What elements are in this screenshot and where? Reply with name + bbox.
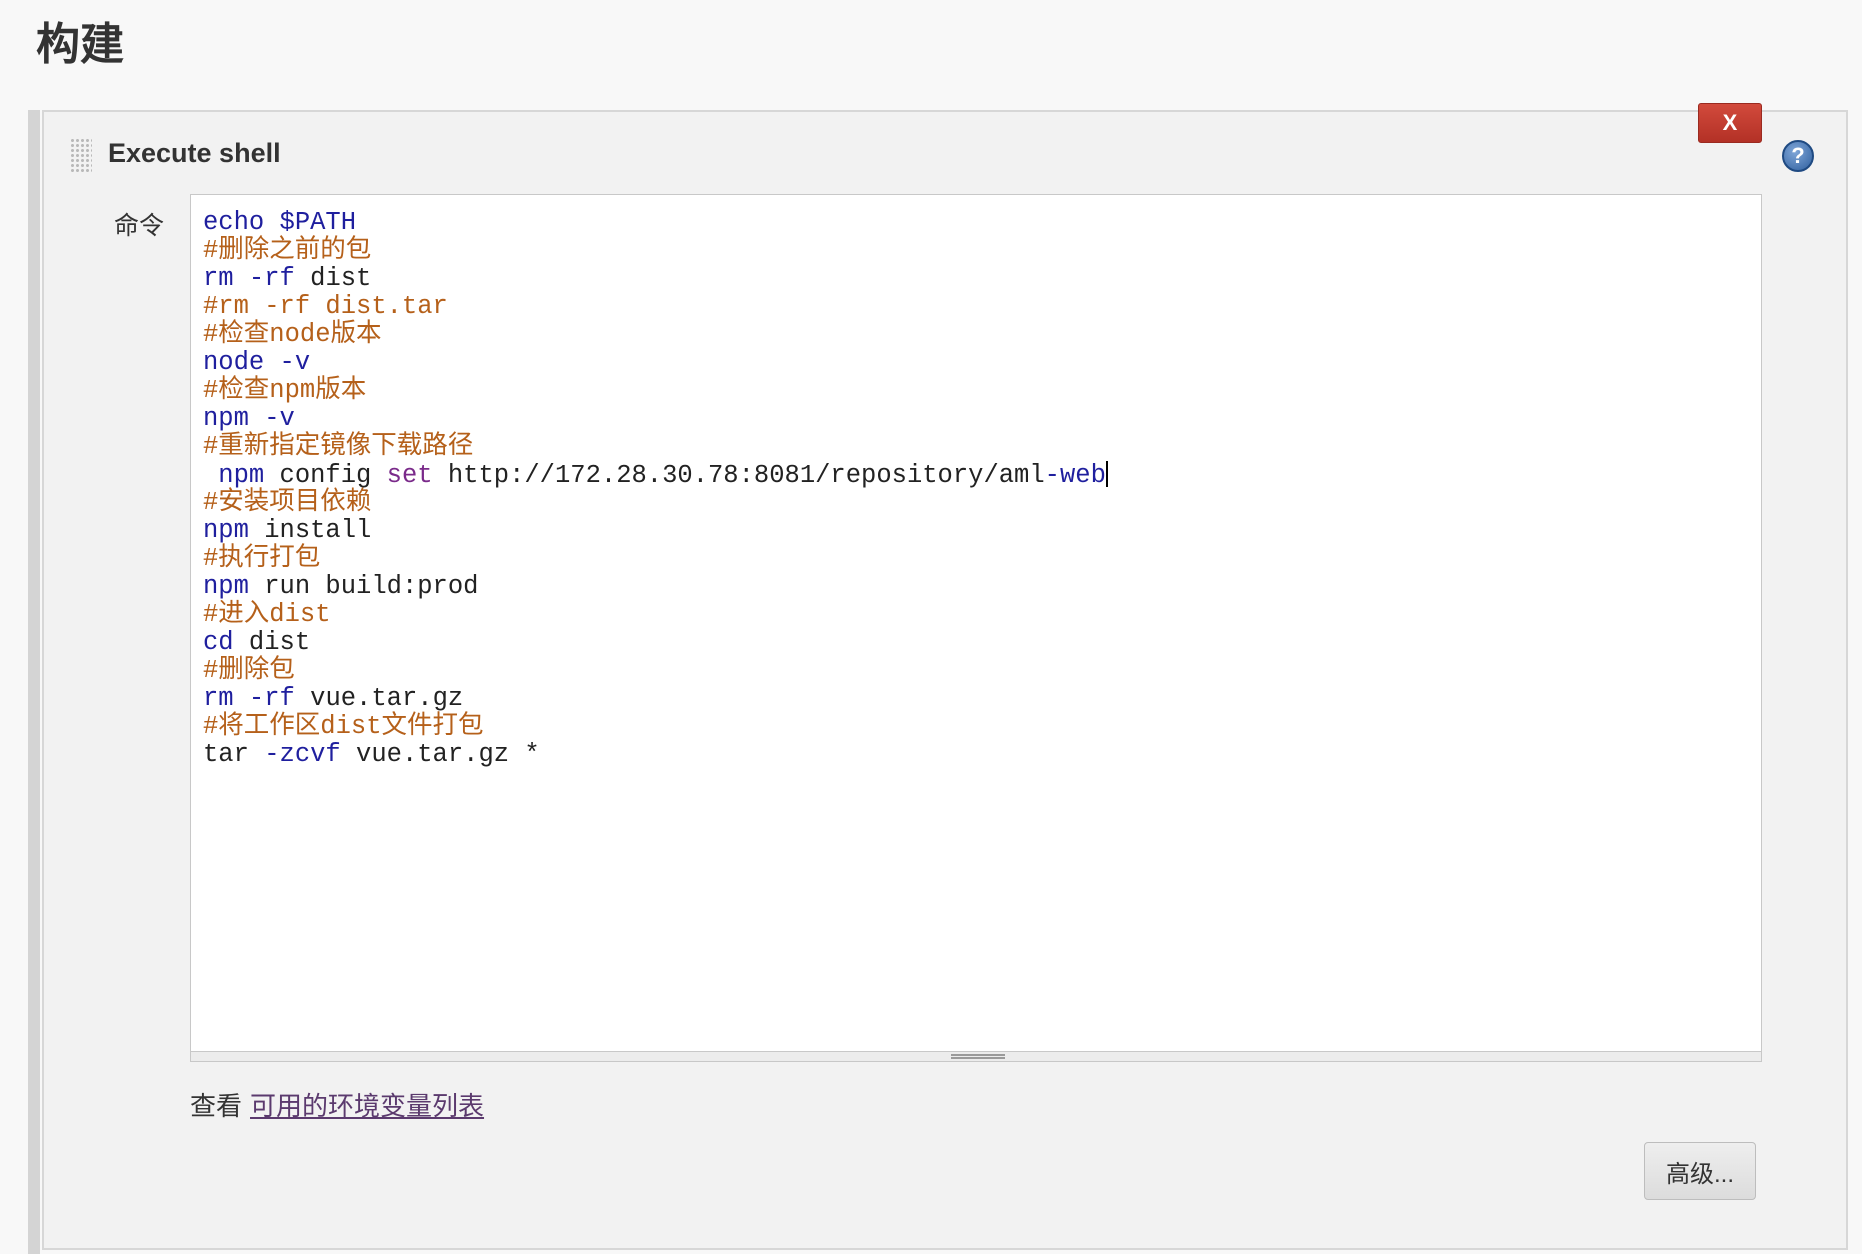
code-token: dist bbox=[294, 264, 372, 293]
code-token: #执行打包 bbox=[203, 544, 321, 573]
code-line: #安装项目依赖 bbox=[203, 489, 1108, 517]
code-line: npm install bbox=[203, 517, 1108, 545]
code-token: install bbox=[264, 516, 372, 545]
delete-step-button[interactable]: X bbox=[1698, 103, 1762, 143]
code-line: node -v bbox=[203, 349, 1108, 377]
code-line: npm config set http://172.28.30.78:8081/… bbox=[203, 461, 1108, 490]
code-token: #进入dist bbox=[203, 600, 331, 629]
code-token: -zcvf bbox=[264, 740, 341, 769]
code-token: rm bbox=[203, 264, 249, 293]
code-token: #检查node版本 bbox=[203, 320, 382, 349]
code-line: npm run build:prod bbox=[203, 573, 1108, 601]
code-token: #重新指定镜像下载路径 bbox=[203, 432, 474, 461]
env-vars-line: 查看 可用的环境变量列表 bbox=[190, 1086, 484, 1123]
code-line: npm -v bbox=[203, 405, 1108, 433]
code-token: http://172.28.30.78:8081/repository/aml bbox=[432, 461, 1045, 490]
code-token: -v bbox=[279, 348, 311, 377]
code-token: npm bbox=[203, 516, 265, 545]
code-token: echo bbox=[203, 208, 280, 237]
command-editor[interactable]: echo $PATH #删除之前的包 rm -rf dist #rm -rf dist… bbox=[190, 194, 1762, 1052]
code-line: #重新指定镜像下载路径 bbox=[203, 433, 1108, 461]
code-token: -v bbox=[264, 404, 295, 433]
code-token: set bbox=[386, 461, 433, 490]
step-title: Execute shell bbox=[108, 138, 281, 168]
advanced-button[interactable]: 高级... bbox=[1644, 1142, 1756, 1200]
code-line: echo $PATH bbox=[203, 209, 1108, 237]
code-token: npm bbox=[203, 404, 265, 433]
code-line: #将工作区dist文件打包 bbox=[203, 713, 1108, 741]
code-token: vue.tar.gz bbox=[294, 684, 464, 713]
code-token: node bbox=[203, 348, 280, 377]
code-token: #删除之前的包 bbox=[203, 236, 372, 265]
text-caret bbox=[1105, 461, 1108, 487]
code-token: npm bbox=[203, 461, 280, 490]
code-line: #rm -rf dist.tar bbox=[203, 293, 1108, 321]
code-line: #删除之前的包 bbox=[203, 237, 1108, 265]
resize-grip-icon bbox=[951, 1054, 1005, 1059]
code-token: tar bbox=[203, 740, 265, 769]
help-icon[interactable]: ? bbox=[1782, 140, 1814, 172]
command-label: 命令 bbox=[114, 212, 165, 240]
code-line: rm -rf dist bbox=[203, 265, 1108, 293]
code-token: dist bbox=[248, 628, 311, 657]
code-token: #删除包 bbox=[203, 656, 295, 685]
code-line: #检查node版本 bbox=[203, 321, 1108, 349]
code-token: -rf bbox=[248, 684, 295, 713]
section-rail bbox=[28, 110, 40, 1254]
code-line: tar -zcvf vue.tar.gz * bbox=[203, 741, 1108, 769]
section-title: 构建 bbox=[36, 20, 124, 69]
code-token: npm bbox=[203, 572, 265, 601]
code-token: #安装项目依赖 bbox=[203, 488, 372, 517]
code-line: cd dist bbox=[203, 629, 1108, 657]
editor-resize-handle[interactable] bbox=[190, 1052, 1762, 1062]
code-token: cd bbox=[203, 628, 249, 657]
code-line: #检查npm版本 bbox=[203, 377, 1108, 405]
code-token: -web bbox=[1044, 461, 1106, 490]
code-line: rm -rf vue.tar.gz bbox=[203, 685, 1108, 713]
code-line: #删除包 bbox=[203, 657, 1108, 685]
code-line: #执行打包 bbox=[203, 545, 1108, 573]
code-line: #进入dist bbox=[203, 601, 1108, 629]
code-token: vue.tar.gz * bbox=[340, 740, 540, 769]
env-vars-prefix: 查看 bbox=[190, 1091, 243, 1121]
code-token: -rf bbox=[248, 264, 295, 293]
code-token: #rm -rf dist.tar bbox=[203, 292, 448, 321]
code-token: #检查npm版本 bbox=[203, 376, 367, 405]
code-content[interactable]: echo $PATH #删除之前的包 rm -rf dist #rm -rf dist… bbox=[203, 209, 1108, 769]
code-token: rm bbox=[203, 684, 249, 713]
code-token: config bbox=[279, 461, 387, 490]
code-token: #将工作区dist文件打包 bbox=[203, 712, 484, 741]
code-token: run build:prod bbox=[264, 572, 479, 601]
drag-handle-icon[interactable] bbox=[70, 138, 92, 172]
code-token: $PATH bbox=[279, 208, 357, 237]
env-vars-link[interactable]: 可用的环境变量列表 bbox=[250, 1091, 484, 1121]
